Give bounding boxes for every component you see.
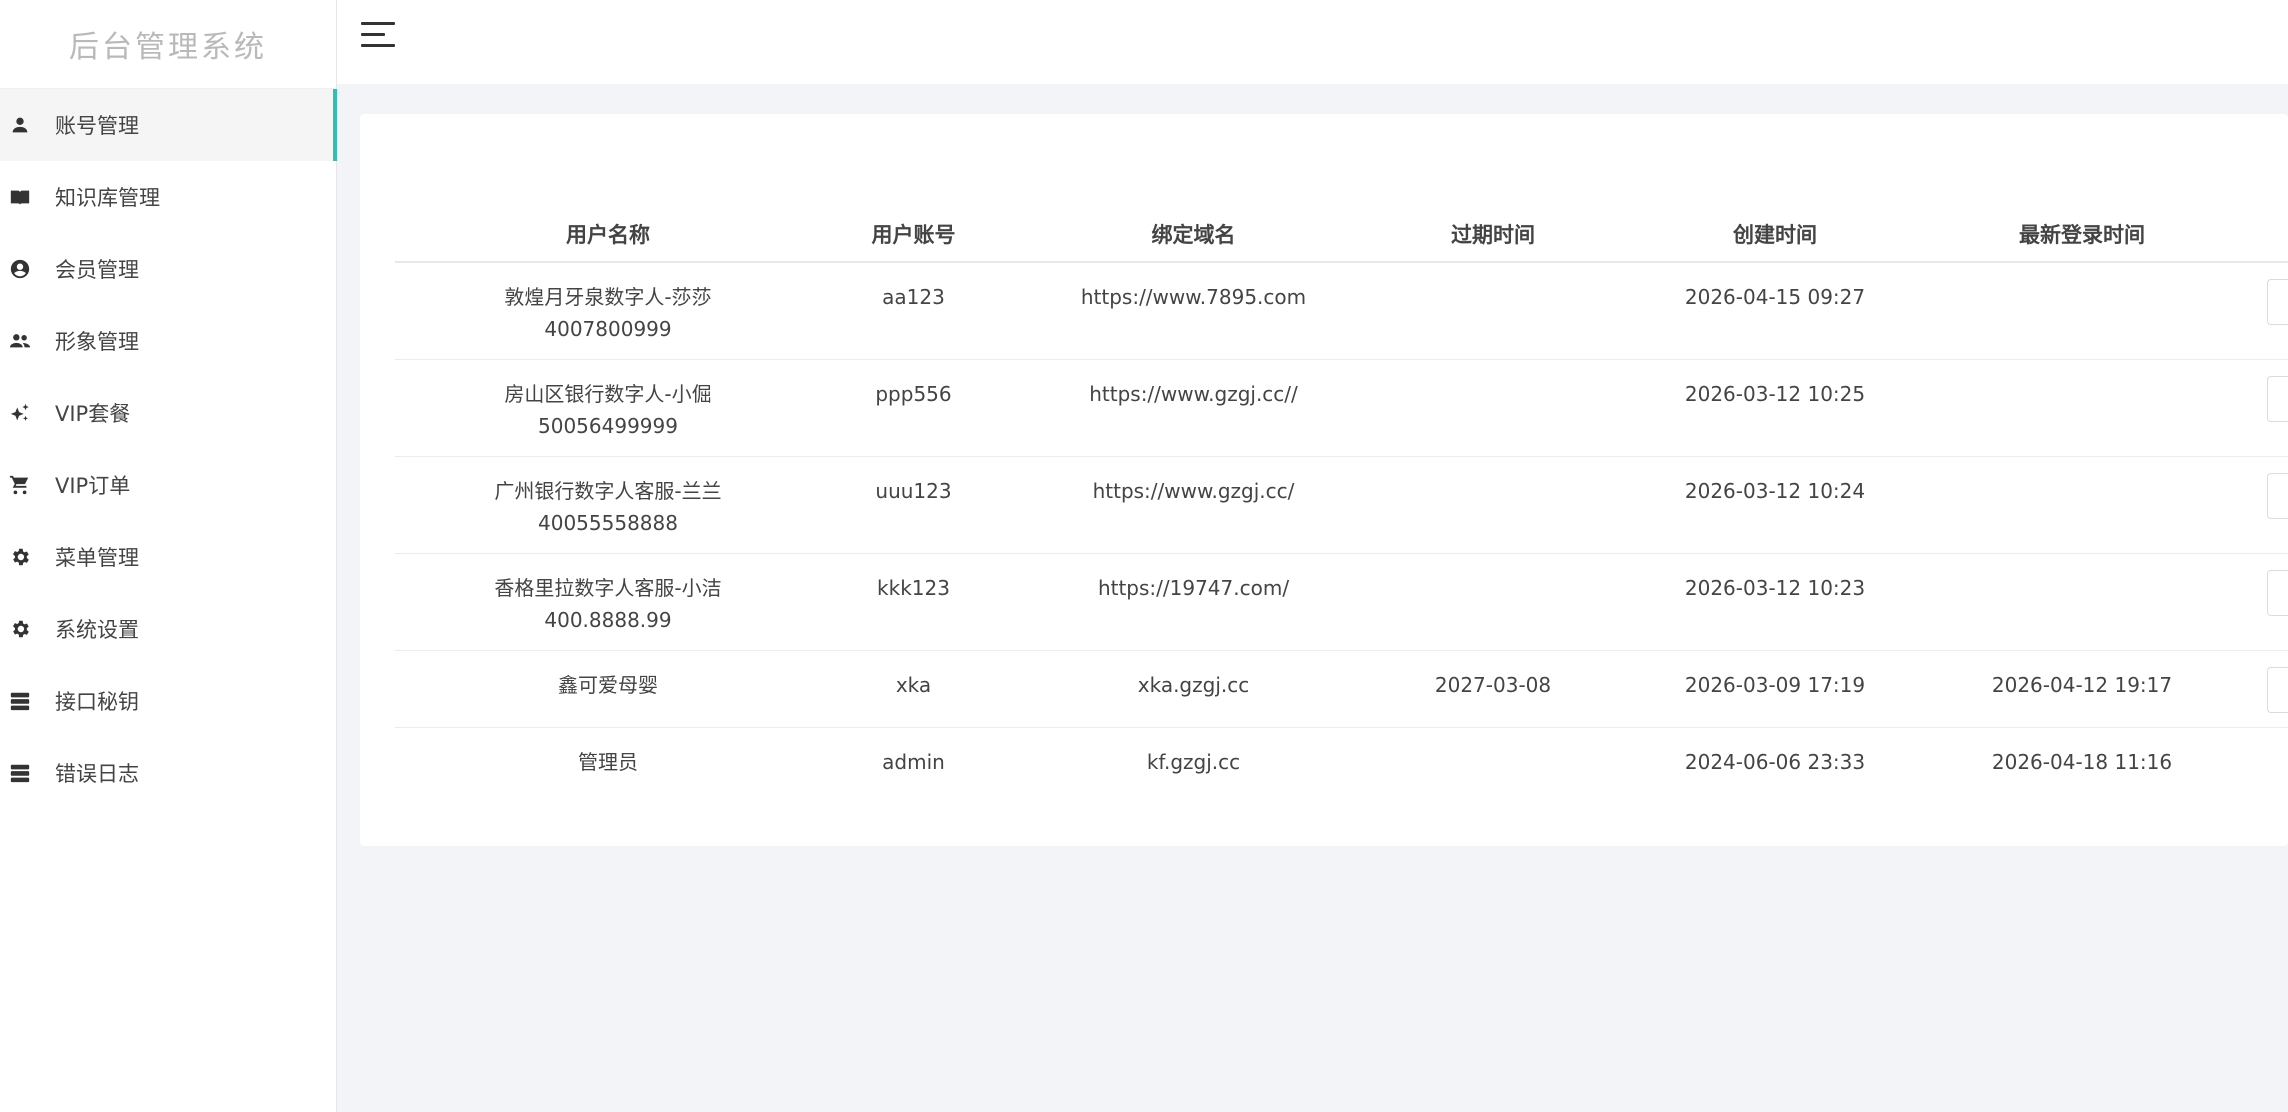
row-action-button[interactable]: [2267, 570, 2288, 616]
user-name-cell: 房山区银行数字人-小倔 50056499999: [395, 359, 821, 457]
server-icon: [8, 761, 32, 785]
expire-cell: [1381, 262, 1605, 360]
sidebar: 后台管理系统 账号管理 知识库管理 会员管理 形象管理 VIP套餐 VIP订单 …: [0, 0, 337, 1112]
book-icon: [8, 185, 32, 209]
column-header: 过期时间: [1381, 206, 1605, 263]
account-table-card: 用户名称 用户账号 绑定域名 过期时间 创建时间 最新登录时间 敦煌月牙泉数字人…: [360, 114, 2288, 846]
column-header: 用户名称: [395, 206, 821, 263]
expire-cell: 2027-03-08: [1381, 650, 1605, 728]
sparkle-icon: [8, 401, 32, 425]
account-table: 用户名称 用户账号 绑定域名 过期时间 创建时间 最新登录时间 敦煌月牙泉数字人…: [395, 206, 2288, 802]
user-name-cell: 广州银行数字人客服-兰兰 40055558888: [395, 456, 821, 554]
hamburger-icon[interactable]: [361, 22, 395, 50]
created-cell: 2024-06-06 23:33: [1684, 750, 1866, 774]
domain-cell: https://19747.com/: [1006, 553, 1381, 651]
created-cell: 2026-03-12 10:25: [1605, 359, 1945, 457]
person-icon: [8, 113, 32, 137]
actions-cell: [2219, 728, 2288, 803]
top-bar: [337, 0, 2288, 84]
row-action-button[interactable]: [2267, 473, 2288, 519]
last-login-cell: 2026-04-12 19:17: [1945, 650, 2219, 728]
sidebar-item-label: 账号管理: [55, 114, 139, 138]
sidebar-item-label: 菜单管理: [55, 546, 139, 570]
last-login-cell: [1945, 262, 2219, 360]
column-header: 最新登录时间: [1945, 206, 2219, 263]
domain-cell: https://www.gzgj.cc//: [1006, 359, 1381, 457]
actions-cell: [2219, 553, 2288, 651]
last-login-cell: 2026-04-18 11:16: [1991, 750, 2173, 774]
table-row: 鑫可爱母婴 xka xka.gzgj.cc 2027-03-08 2026-03…: [395, 650, 2288, 728]
created-cell: 2026-03-12 10:24: [1605, 456, 1945, 554]
sidebar-item-label: VIP套餐: [55, 402, 131, 426]
account-cell: xka: [821, 650, 1006, 728]
actions-cell: [2219, 359, 2288, 457]
table-row: 管理员 admin kf.gzgj.cc 2024-06-06 23:33 20…: [395, 728, 2288, 803]
sidebar-item-vip-orders[interactable]: VIP订单: [0, 449, 336, 521]
domain-cell: xka.gzgj.cc: [1006, 650, 1381, 728]
gear-icon: [8, 617, 32, 641]
people-icon: [8, 329, 32, 353]
cart-icon: [8, 473, 32, 497]
column-header: 用户账号: [821, 206, 1006, 263]
account-cell: admin: [882, 750, 945, 774]
sidebar-item-knowledge[interactable]: 知识库管理: [0, 161, 336, 233]
account-cell: kkk123: [821, 553, 1006, 651]
sidebar-item-label: 系统设置: [55, 618, 139, 642]
sidebar-item-label: 知识库管理: [55, 186, 160, 210]
sidebar-item-menus[interactable]: 菜单管理: [0, 521, 336, 593]
expire-cell: [1381, 456, 1605, 554]
sidebar-item-label: VIP订单: [55, 474, 131, 498]
created-cell: 2026-03-12 10:23: [1605, 553, 1945, 651]
actions-cell: [2219, 456, 2288, 554]
sidebar-item-vip-plans[interactable]: VIP套餐: [0, 377, 336, 449]
last-login-cell: [1945, 456, 2219, 554]
user-name-cell: 管理员: [578, 750, 638, 774]
account-cell: uuu123: [821, 456, 1006, 554]
sidebar-item-label: 接口秘钥: [55, 690, 139, 714]
table-row: 广州银行数字人客服-兰兰 40055558888 uuu123 https://w…: [395, 456, 2288, 554]
actions-column-header: [2219, 206, 2288, 263]
account-circle-icon: [8, 257, 32, 281]
table-header-row: 用户名称 用户账号 绑定域名 过期时间 创建时间 最新登录时间: [395, 206, 2288, 263]
column-header: 绑定域名: [1006, 206, 1381, 263]
expire-cell: [1381, 728, 1605, 803]
sidebar-item-api-keys[interactable]: 接口秘钥: [0, 665, 336, 737]
table-row: 敦煌月牙泉数字人-莎莎 4007800999 aa123 https://www.…: [395, 262, 2288, 360]
sidebar-item-account[interactable]: 账号管理: [0, 89, 337, 161]
column-header: 创建时间: [1605, 206, 1945, 263]
table-row: 房山区银行数字人-小倔 50056499999 ppp556 https://ww…: [395, 359, 2288, 457]
account-cell: aa123: [821, 262, 1006, 360]
domain-cell: https://www.7895.com: [1006, 262, 1381, 360]
user-name-cell: 鑫可爱母婴: [395, 650, 821, 728]
domain-cell: kf.gzgj.cc: [1146, 750, 1241, 774]
last-login-cell: [1945, 553, 2219, 651]
sidebar-item-label: 错误日志: [55, 762, 139, 786]
user-name-cell: 香格里拉数字人客服-小洁 400.8888.99: [395, 553, 821, 651]
server-icon: [8, 689, 32, 713]
sidebar-item-error-log[interactable]: 错误日志: [0, 737, 336, 809]
actions-cell: [2219, 262, 2288, 360]
row-action-button[interactable]: [2267, 279, 2288, 325]
last-login-cell: [1945, 359, 2219, 457]
gear-icon: [8, 545, 32, 569]
table-row: 香格里拉数字人客服-小洁 400.8888.99 kkk123 https://1…: [395, 553, 2288, 651]
row-action-button[interactable]: [2267, 667, 2288, 713]
sidebar-item-settings[interactable]: 系统设置: [0, 593, 336, 665]
sidebar-item-avatars[interactable]: 形象管理: [0, 305, 336, 377]
row-action-button[interactable]: [2267, 376, 2288, 422]
sidebar-item-members[interactable]: 会员管理: [0, 233, 336, 305]
actions-cell: [2219, 650, 2288, 728]
expire-cell: [1381, 553, 1605, 651]
created-cell: 2026-03-09 17:19: [1605, 650, 1945, 728]
user-name-cell: 敦煌月牙泉数字人-莎莎 4007800999: [395, 262, 821, 360]
domain-cell: https://www.gzgj.cc/: [1006, 456, 1381, 554]
sidebar-item-label: 形象管理: [55, 330, 139, 354]
sidebar-item-label: 会员管理: [55, 258, 139, 282]
created-cell: 2026-04-15 09:27: [1605, 262, 1945, 360]
account-cell: ppp556: [821, 359, 1006, 457]
app-title: 后台管理系统: [0, 0, 336, 89]
expire-cell: [1381, 359, 1605, 457]
